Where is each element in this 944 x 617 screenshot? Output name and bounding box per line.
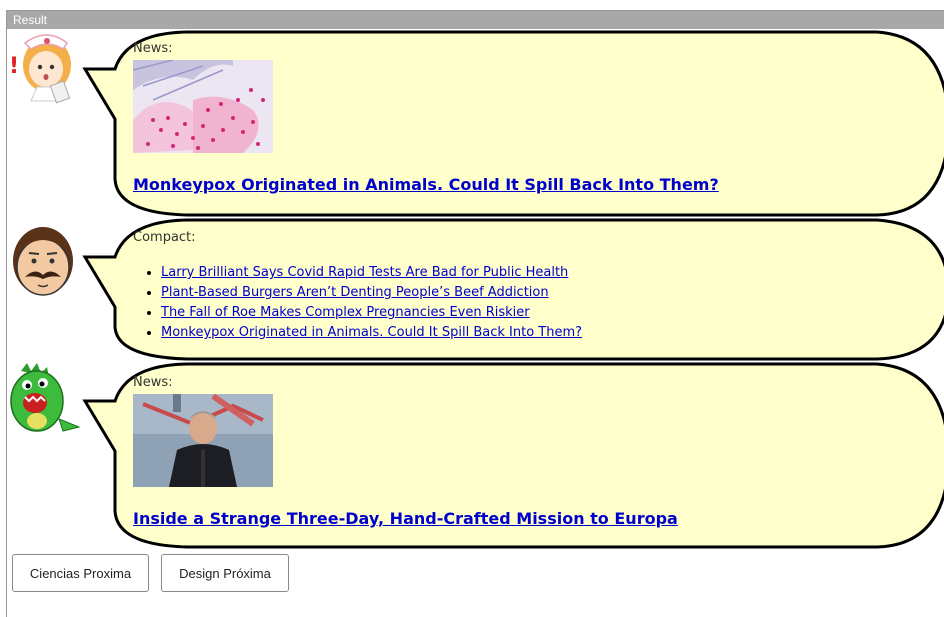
man-on-helipad-thumbnail[interactable]	[133, 394, 273, 487]
post-2: Compact: Larry Brilliant Says Covid Rapi…	[7, 217, 944, 363]
svg-text:!: !	[9, 54, 19, 79]
bubble-content-3: News: Inside a Strange Three-Day, Hand-C…	[133, 375, 678, 528]
bubble-content-2: Compact: Larry Brilliant Says Covid Rapi…	[133, 230, 582, 343]
post-1: ! News: Monkeypox Originated in Animals.…	[7, 29, 944, 219]
ciencias-proxima-button[interactable]: Ciencias Proxima	[12, 554, 149, 592]
post-3: News: Inside a Strange Three-Day, Hand-C…	[7, 361, 944, 551]
headline-link[interactable]: Inside a Strange Three-Day, Hand-Crafted…	[133, 509, 678, 528]
design-proxima-button[interactable]: Design Próxima	[161, 554, 289, 592]
list-item: Plant-Based Burgers Aren’t Denting Peopl…	[161, 283, 582, 303]
list-item: The Fall of Roe Makes Complex Pregnancie…	[161, 303, 582, 323]
article-link[interactable]: Larry Brilliant Says Covid Rapid Tests A…	[161, 265, 568, 280]
nurse-avatar: !	[7, 29, 81, 109]
list-item: Larry Brilliant Says Covid Rapid Tests A…	[161, 263, 582, 283]
green-dinosaur-avatar	[7, 361, 81, 441]
mustache-man-avatar	[7, 217, 81, 297]
post-label: News:	[133, 41, 173, 56]
post-label: News:	[133, 375, 173, 390]
monkeypox-microscopy-thumbnail[interactable]	[133, 60, 273, 153]
article-link[interactable]: The Fall of Roe Makes Complex Pregnancie…	[161, 305, 530, 320]
compact-link-list: Larry Brilliant Says Covid Rapid Tests A…	[133, 263, 582, 343]
result-title-bar: Result	[7, 11, 944, 29]
article-link[interactable]: Plant-Based Burgers Aren’t Denting Peopl…	[161, 285, 549, 300]
article-link[interactable]: Monkeypox Originated in Animals. Could I…	[161, 325, 582, 340]
list-item: Monkeypox Originated in Animals. Could I…	[161, 323, 582, 343]
bubble-content-1: News: Monkeypox Originated in Animals. C…	[133, 41, 719, 194]
post-label: Compact:	[133, 230, 196, 245]
result-panel: Result ! News: Monkeypox Originated in A…	[6, 10, 944, 617]
headline-link[interactable]: Monkeypox Originated in Animals. Could I…	[133, 175, 719, 194]
